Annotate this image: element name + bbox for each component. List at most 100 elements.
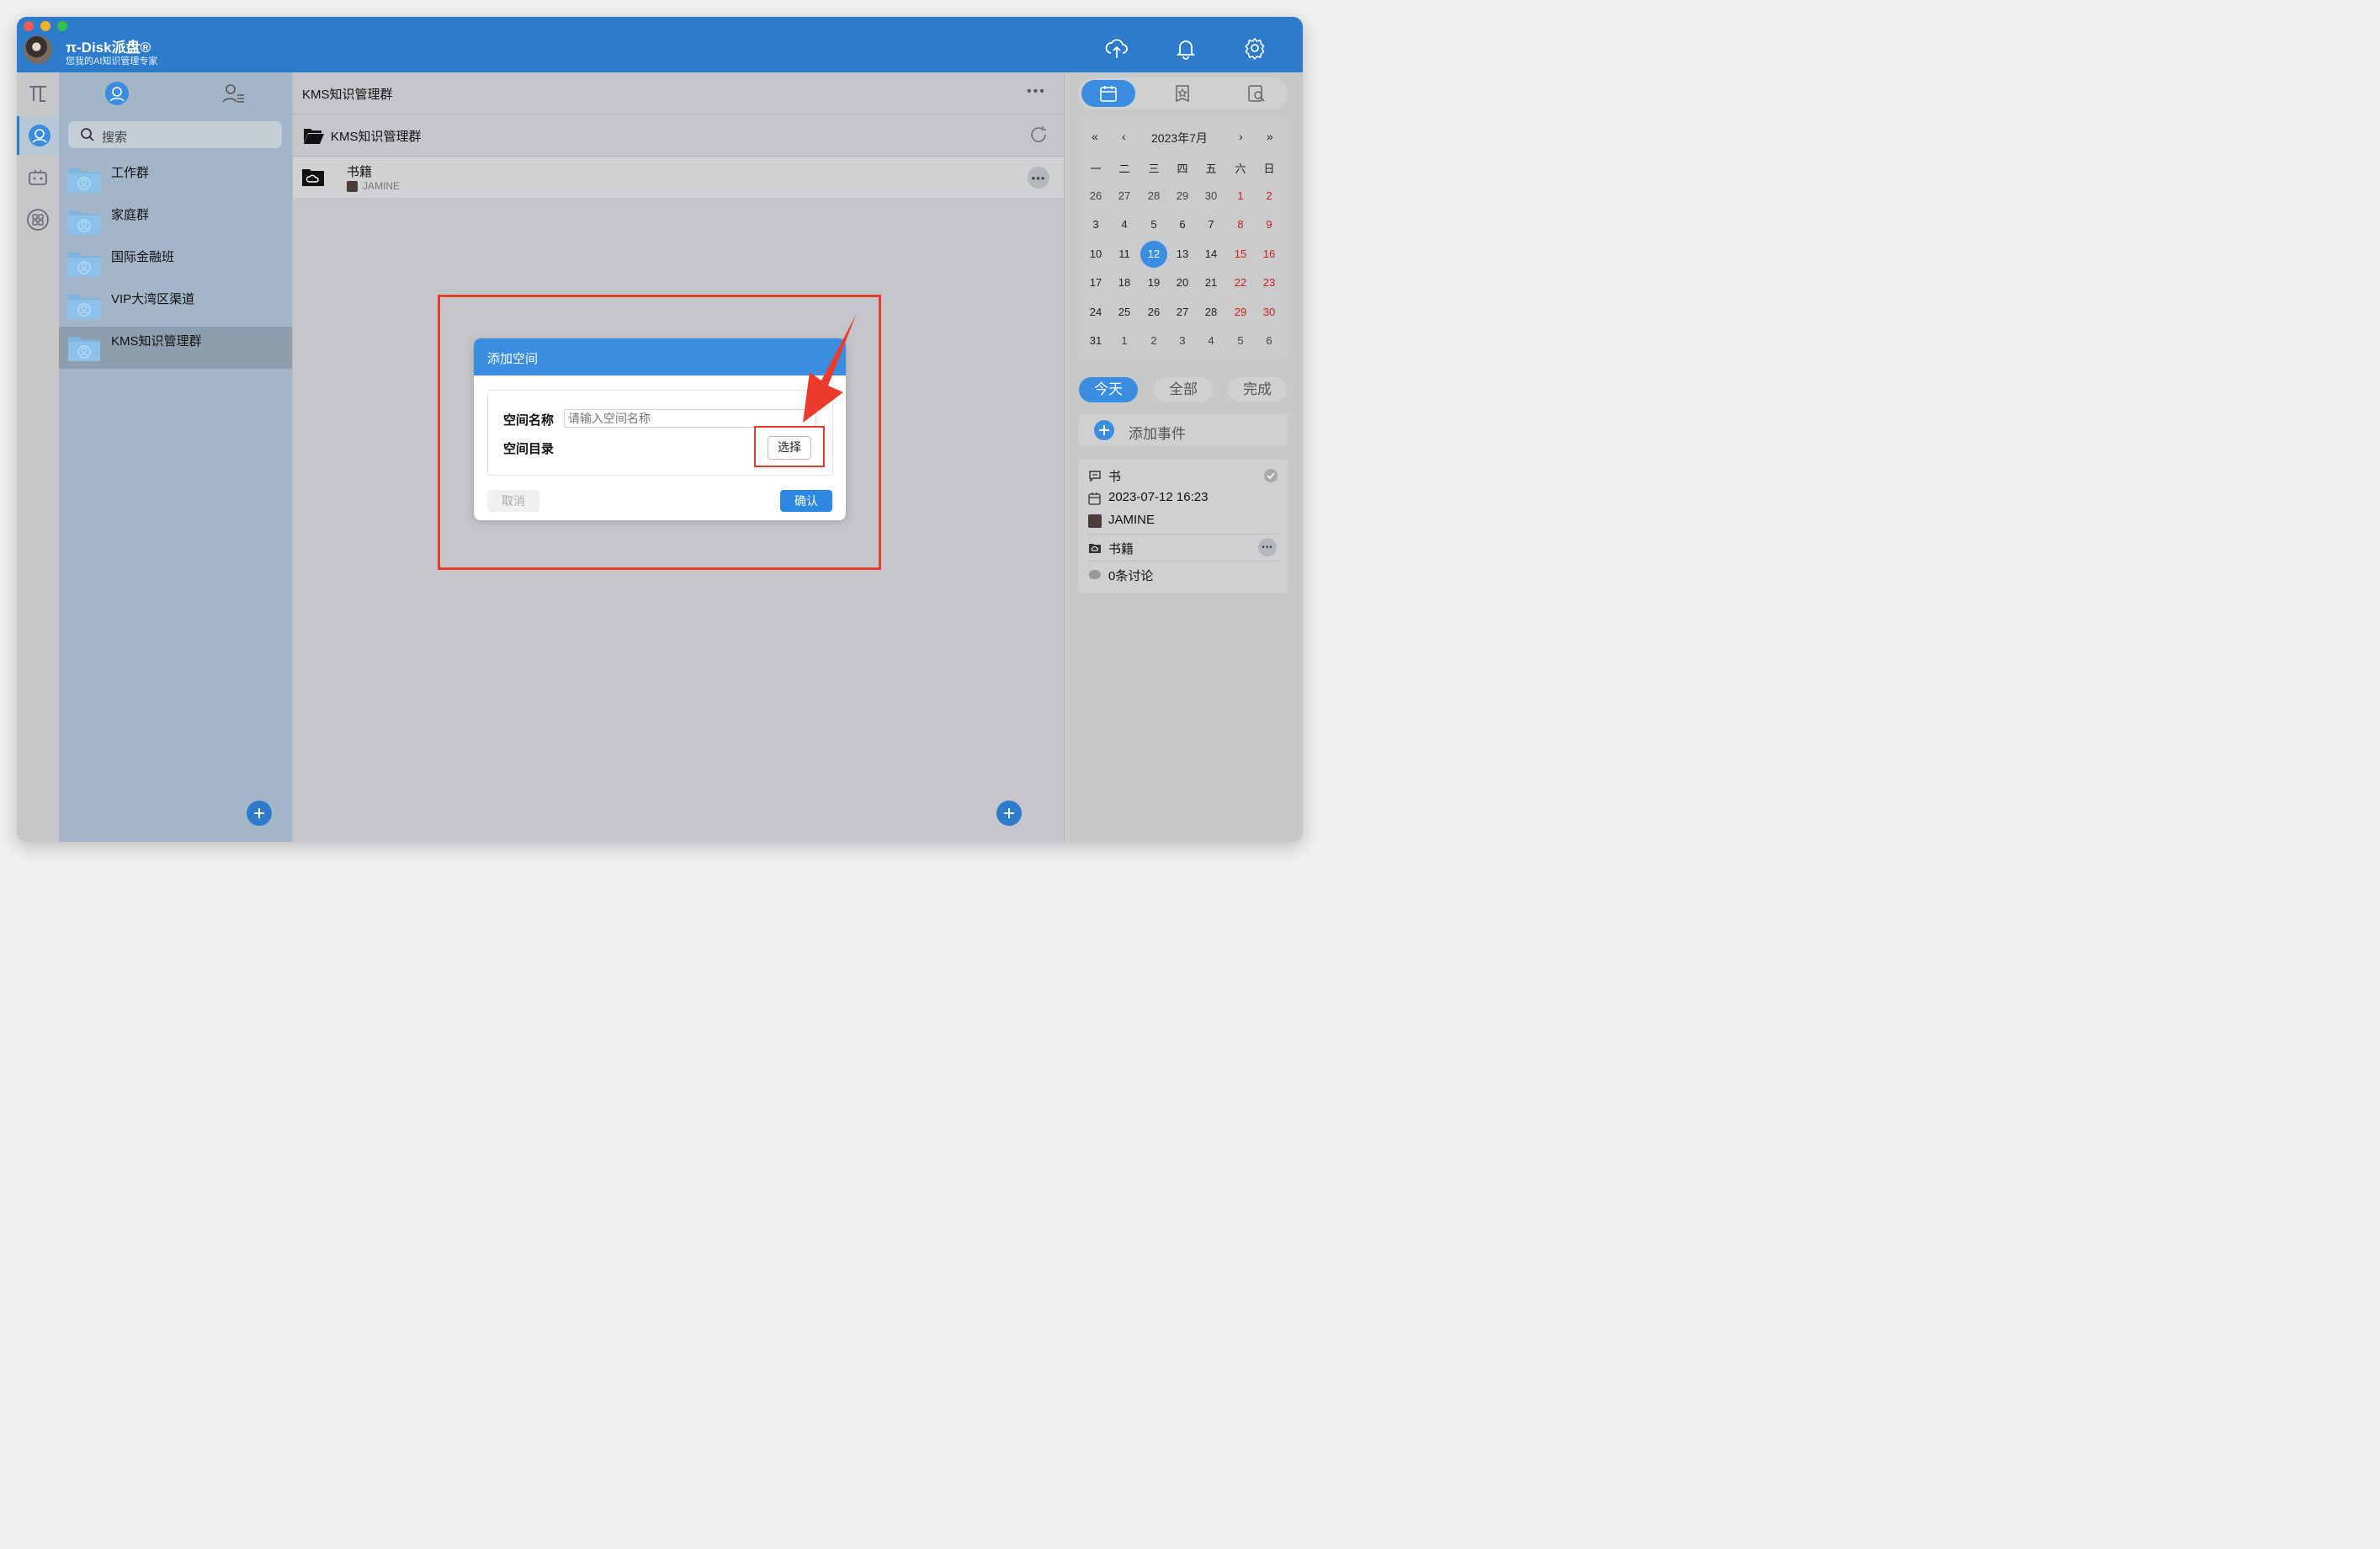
event-space: 书籍 xyxy=(1108,542,1134,556)
calendar-day[interactable]: 10 xyxy=(1081,240,1110,269)
group-folder-icon xyxy=(68,210,100,235)
add-space-button[interactable] xyxy=(996,801,1022,826)
zoom-window-button[interactable] xyxy=(57,21,67,31)
bell-icon[interactable] xyxy=(1173,35,1198,61)
calendar-day[interactable]: 1 xyxy=(1110,327,1139,355)
refresh-icon[interactable] xyxy=(1028,125,1049,145)
close-window-button[interactable] xyxy=(24,21,34,31)
calendar-day[interactable]: 4 xyxy=(1197,327,1225,355)
user-avatar[interactable] xyxy=(24,35,52,64)
calendar-day[interactable]: 24 xyxy=(1081,298,1110,327)
group-item[interactable]: 工作群 xyxy=(59,158,292,200)
tab-search-history[interactable] xyxy=(1230,80,1283,107)
chat-icon xyxy=(1089,471,1101,482)
plus-icon xyxy=(254,808,264,818)
space-owner: JAMINE xyxy=(363,180,401,192)
tab-groups[interactable] xyxy=(103,79,131,108)
event-card[interactable]: 书 2023-07-12 16:23 JAMINE 书籍 ••• 0条讨论 xyxy=(1078,460,1288,593)
calendar-day[interactable]: 26 xyxy=(1081,182,1110,210)
calendar-day[interactable]: 18 xyxy=(1110,269,1139,297)
add-event-button[interactable]: 添加事件 xyxy=(1078,414,1288,446)
calendar-day[interactable]: 28 xyxy=(1140,182,1168,210)
calendar-day[interactable]: 19 xyxy=(1140,269,1168,297)
calendar-day[interactable]: 26 xyxy=(1140,298,1168,327)
calendar-day[interactable]: 2 xyxy=(1140,327,1168,355)
right-panel: « ‹ 2023年7月 › » 一二三四五六日 26 27 28 29 30 1 2 3 4 5 6 7… xyxy=(1064,72,1303,842)
row-more-button[interactable]: ••• xyxy=(1028,167,1049,189)
calendar-day[interactable]: 8 xyxy=(1226,210,1255,239)
cancel-button[interactable]: 取消 xyxy=(487,490,539,512)
group-item[interactable]: 国际金融班 xyxy=(59,242,292,285)
add-group-button[interactable] xyxy=(247,801,272,826)
calendar-day[interactable]: 31 xyxy=(1081,327,1110,355)
rail-robot[interactable] xyxy=(17,158,59,197)
calendar-day[interactable]: 23 xyxy=(1255,269,1283,297)
calendar-day[interactable]: 1 xyxy=(1226,182,1255,210)
event-datetime: 2023-07-12 16:23 xyxy=(1108,490,1209,504)
gear-icon[interactable] xyxy=(1242,35,1267,61)
cloud-upload-icon[interactable] xyxy=(1104,35,1129,61)
tab-calendar[interactable] xyxy=(1081,80,1135,107)
space-name-input[interactable] xyxy=(564,409,816,428)
divider xyxy=(1088,561,1278,562)
filter-all[interactable]: 全部 xyxy=(1154,377,1213,402)
event-user: JAMINE xyxy=(1108,513,1155,527)
calendar-day[interactable]: 29 xyxy=(1226,298,1255,327)
calendar-day[interactable]: 15 xyxy=(1226,240,1255,269)
calendar-day[interactable]: 16 xyxy=(1255,240,1283,269)
space-name: 书籍 xyxy=(347,165,373,179)
confirm-button[interactable]: 确认 xyxy=(780,490,832,512)
calendar-day[interactable]: 21 xyxy=(1197,269,1225,297)
next-year-button[interactable]: » xyxy=(1267,130,1273,143)
calendar-day[interactable]: 5 xyxy=(1226,327,1255,355)
calendar-day[interactable]: 4 xyxy=(1110,210,1139,239)
rail-apps[interactable] xyxy=(17,200,59,239)
rail-groups[interactable] xyxy=(17,116,59,155)
calendar-day[interactable]: 9 xyxy=(1255,210,1283,239)
calendar-day[interactable]: 12 xyxy=(1140,240,1168,269)
check-circle-icon[interactable] xyxy=(1263,468,1278,483)
calendar-day[interactable]: 27 xyxy=(1110,182,1139,210)
calendar-day[interactable]: 17 xyxy=(1081,269,1110,297)
calendar-day[interactable]: 22 xyxy=(1226,269,1255,297)
space-name-label: 空间名称 xyxy=(503,413,555,428)
calendar-day[interactable]: 11 xyxy=(1110,240,1139,269)
calendar-day[interactable]: 14 xyxy=(1197,240,1225,269)
event-user-avatar xyxy=(1088,514,1102,528)
group-item[interactable]: 家庭群 xyxy=(59,200,292,242)
calendar-day[interactable]: 13 xyxy=(1168,240,1197,269)
group-item[interactable]: VIP大湾区渠道 xyxy=(59,285,292,327)
calendar-day[interactable]: 6 xyxy=(1255,327,1283,355)
calendar-day[interactable]: 3 xyxy=(1168,327,1197,355)
filter-done[interactable]: 完成 xyxy=(1228,377,1287,402)
calendar-day[interactable]: 30 xyxy=(1255,298,1283,327)
tab-contacts[interactable] xyxy=(219,79,247,108)
breadcrumb-title: KMS知识管理群 xyxy=(331,130,422,144)
calendar-day[interactable]: 6 xyxy=(1168,210,1197,239)
calendar-day[interactable]: 27 xyxy=(1168,298,1197,327)
space-row[interactable]: 书籍 JAMINE ••• xyxy=(293,157,1065,198)
calendar-day[interactable]: 28 xyxy=(1197,298,1225,327)
group-item-label: 家庭群 xyxy=(111,208,150,222)
next-month-button[interactable]: › xyxy=(1239,130,1243,143)
group-item[interactable]: KMS知识管理群 xyxy=(59,327,292,369)
more-options-button[interactable]: ••• xyxy=(1027,84,1046,99)
calendar-day[interactable]: 30 xyxy=(1197,182,1225,210)
minimize-window-button[interactable] xyxy=(40,21,50,31)
calendar-day[interactable]: 2 xyxy=(1255,182,1283,210)
title-bar: π-Disk派盘® 您我的AI知识管理专家 xyxy=(17,17,1303,72)
calendar-day[interactable]: 25 xyxy=(1110,298,1139,327)
search-box[interactable]: 搜索 xyxy=(68,121,282,148)
calendar-day[interactable]: 5 xyxy=(1140,210,1168,239)
calendar-day[interactable]: 3 xyxy=(1081,210,1110,239)
filter-today[interactable]: 今天 xyxy=(1079,377,1138,402)
calendar-day[interactable]: 20 xyxy=(1168,269,1197,297)
calendar-day[interactable]: 7 xyxy=(1197,210,1225,239)
rail-pi-logo[interactable] xyxy=(17,74,59,113)
tab-favorites[interactable] xyxy=(1155,80,1209,107)
event-more-button[interactable]: ••• xyxy=(1258,538,1277,556)
group-folder-icon xyxy=(68,295,100,319)
calendar-day[interactable]: 29 xyxy=(1168,182,1197,210)
prev-year-button[interactable]: « xyxy=(1092,130,1098,143)
prev-month-button[interactable]: ‹ xyxy=(1122,130,1126,143)
